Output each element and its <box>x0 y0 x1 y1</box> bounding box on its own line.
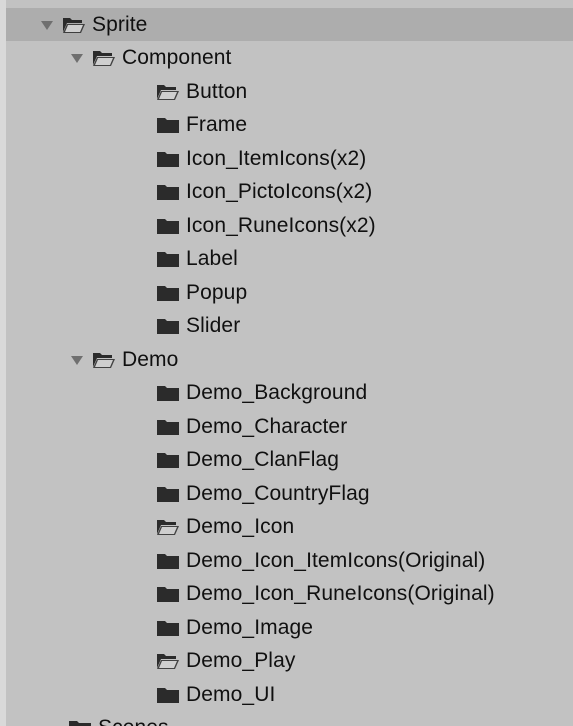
open-folder-icon <box>92 49 116 67</box>
tree-row[interactable]: Demo <box>6 343 573 376</box>
tree-row-label: Demo_CountryFlag <box>186 481 370 505</box>
folder-icon <box>156 585 180 603</box>
tree-row-label: Demo_Icon_RuneIcons(Original) <box>186 582 495 605</box>
tree-row[interactable]: Sprite <box>6 8 573 41</box>
tree-row[interactable]: Icon_RuneIcons(x2) <box>6 209 573 242</box>
tree-row[interactable]: Demo_Icon_RuneIcons(Original) <box>6 578 573 611</box>
folder-icon <box>156 217 180 235</box>
tree-row-label: Label <box>186 247 238 270</box>
folder-icon <box>156 384 180 402</box>
folder-icon <box>156 150 180 168</box>
tree-row[interactable]: Icon_ItemIcons(x2) <box>6 142 573 175</box>
folder-icon <box>68 719 92 726</box>
tree-row[interactable]: Demo_Icon <box>6 511 573 544</box>
tree-row-label: Demo_Image <box>186 615 314 639</box>
tree-row-label: Demo <box>122 347 179 371</box>
tree-row[interactable]: Demo_Icon_ItemIcons(Original) <box>6 544 573 577</box>
folder-icon <box>156 552 180 570</box>
tree-row[interactable]: Button <box>6 75 573 108</box>
tree-row[interactable]: Demo_CountryFlag <box>6 477 573 510</box>
tree-row[interactable]: Popup <box>6 276 573 309</box>
open-folder-icon <box>62 16 86 34</box>
expand-arrow-icon[interactable] <box>38 16 56 34</box>
folder-icon <box>156 284 180 302</box>
open-folder-icon <box>92 351 116 369</box>
tree-row-label: Scenes <box>98 716 169 726</box>
tree-row-label: Demo_UI <box>186 682 276 706</box>
folder-icon <box>156 686 180 704</box>
tree-row[interactable]: Icon_PictoIcons(x2) <box>6 176 573 209</box>
tree-row-label: Popup <box>186 280 248 304</box>
folder-icon <box>156 250 180 268</box>
folder-icon <box>156 485 180 503</box>
open-folder-icon <box>156 83 180 101</box>
expand-arrow-icon[interactable] <box>68 351 86 369</box>
open-folder-icon <box>156 652 180 670</box>
tree-row[interactable]: Demo_Play <box>6 645 573 678</box>
tree-row-label: Demo_Character <box>186 414 348 438</box>
tree-row-label: Demo_Icon_ItemIcons(Original) <box>186 548 486 572</box>
tree-row-label: Demo_Play <box>186 649 296 672</box>
expand-arrow-icon[interactable] <box>68 49 86 67</box>
project-folder-tree: Sprite Component Button Frame Icon_ItemIcons… <box>0 0 573 726</box>
tree-row[interactable]: Component <box>6 42 573 75</box>
tree-row[interactable]: Frame <box>6 109 573 142</box>
tree-row[interactable]: Label <box>6 243 573 276</box>
folder-icon <box>156 116 180 134</box>
tree-row-label: Icon_ItemIcons(x2) <box>186 146 367 170</box>
folder-icon <box>156 619 180 637</box>
tree-row[interactable]: Scenes <box>6 712 573 726</box>
tree-row-label: Sprite <box>92 12 148 36</box>
tree-row-label: Demo_Icon <box>186 515 295 538</box>
tree-row[interactable]: Demo_Background <box>6 377 573 410</box>
tree-row-label: Slider <box>186 314 241 337</box>
tree-row-label: Demo_Background <box>186 381 368 404</box>
tree-row[interactable]: Demo_Image <box>6 611 573 644</box>
folder-icon <box>156 183 180 201</box>
tree-row-label: Frame <box>186 113 248 136</box>
tree-row-label: Component <box>122 46 232 69</box>
tree-row-label: Icon_RuneIcons(x2) <box>186 213 376 237</box>
tree-row-label: Demo_ClanFlag <box>186 448 340 471</box>
tree-row-label: Icon_PictoIcons(x2) <box>186 180 373 203</box>
tree-row[interactable]: Demo_ClanFlag <box>6 444 573 477</box>
tree-row[interactable]: Demo_UI <box>6 678 573 711</box>
folder-icon <box>156 451 180 469</box>
tree-row[interactable]: Demo_Character <box>6 410 573 443</box>
open-folder-icon <box>156 518 180 536</box>
folder-icon <box>156 317 180 335</box>
folder-icon <box>156 418 180 436</box>
tree-row[interactable]: Slider <box>6 310 573 343</box>
tree-row-label: Button <box>186 79 248 103</box>
